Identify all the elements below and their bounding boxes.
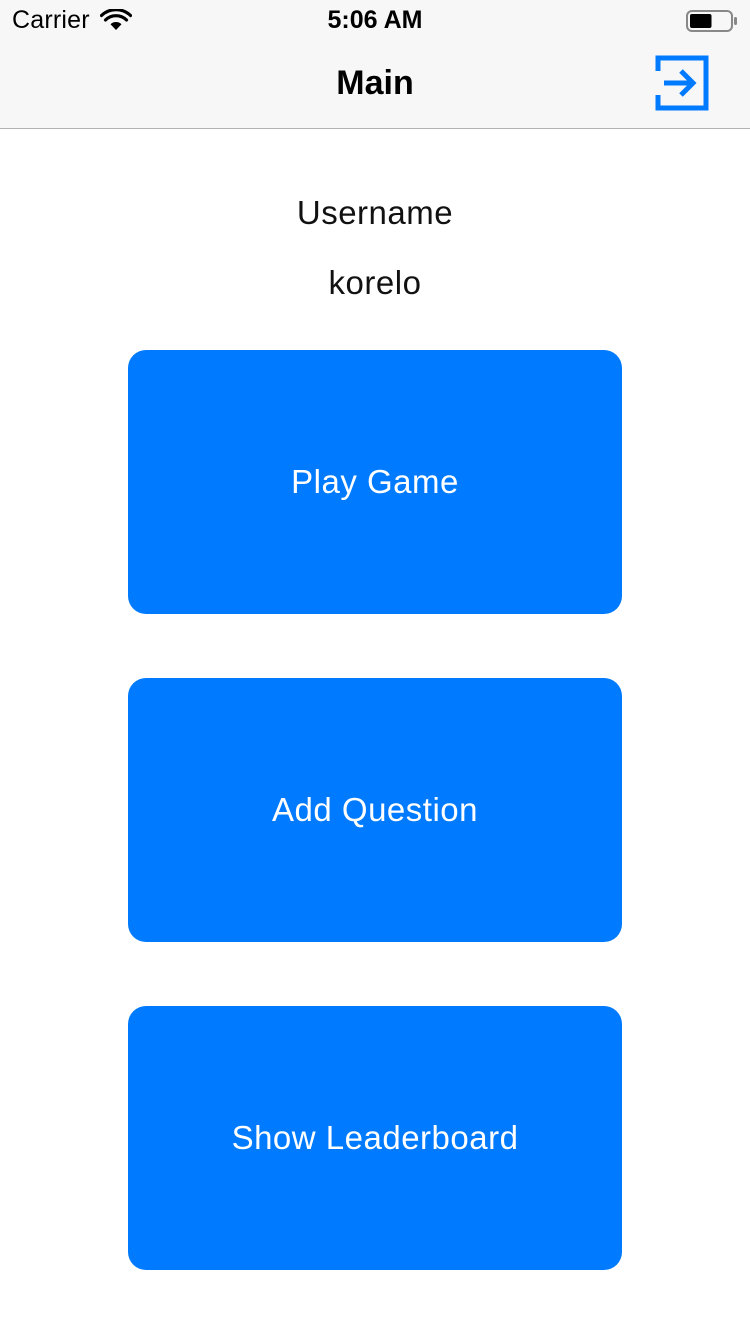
navigation-bar: Main xyxy=(0,40,750,129)
play-game-button[interactable]: Play Game xyxy=(128,350,622,614)
battery-icon xyxy=(686,10,737,32)
main-screen: Carrier 5:06 AM Main Username korelo Pla… xyxy=(0,0,750,1334)
username-value: korelo xyxy=(328,264,422,301)
add-question-button[interactable]: Add Question xyxy=(128,678,622,942)
show-leaderboard-label: Show Leaderboard xyxy=(231,1119,519,1156)
status-bar: Carrier 5:06 AM xyxy=(0,0,750,40)
show-leaderboard-button[interactable]: Show Leaderboard xyxy=(128,1006,622,1270)
add-question-label: Add Question xyxy=(272,791,478,828)
status-time: 5:06 AM xyxy=(327,6,423,34)
logout-icon[interactable] xyxy=(654,55,710,111)
play-game-label: Play Game xyxy=(291,463,459,500)
username-label: Username xyxy=(296,194,454,231)
page-title: Main xyxy=(336,64,414,102)
